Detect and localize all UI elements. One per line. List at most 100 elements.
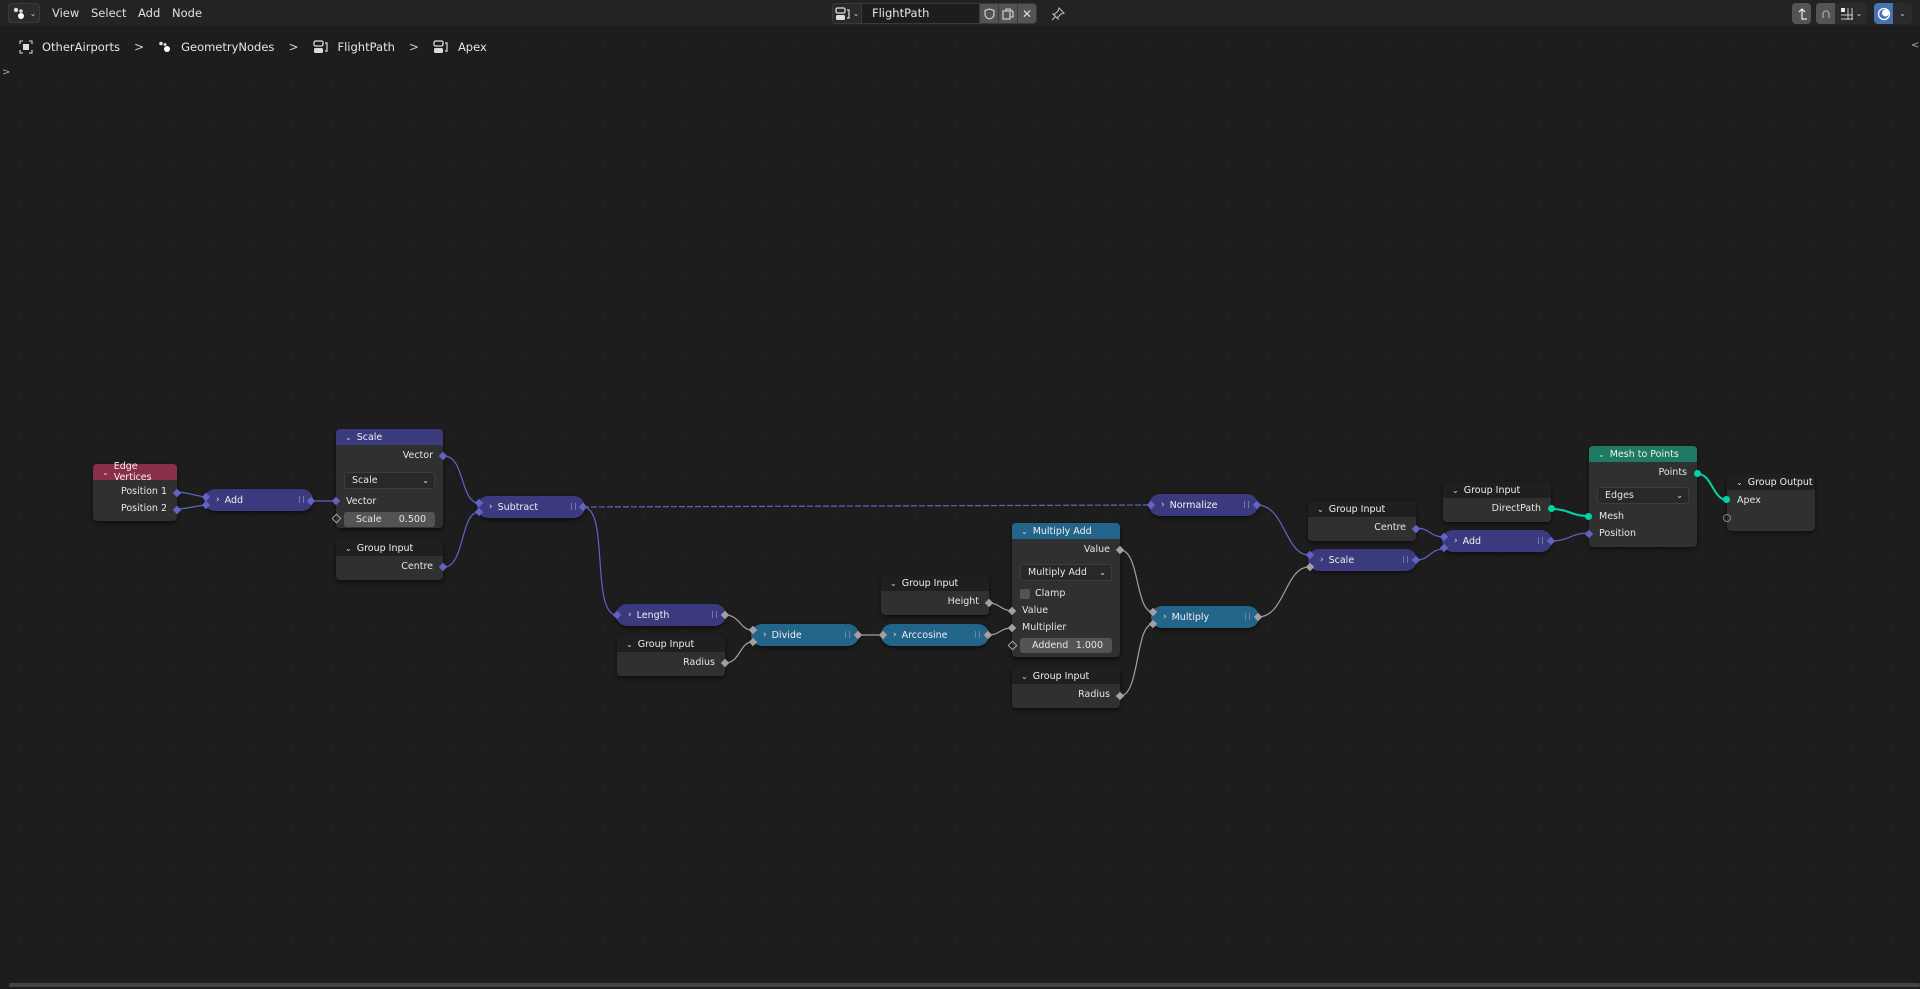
breadcrumb-separator: >: [134, 40, 145, 54]
node-group-input-centre[interactable]: ⌄ Group Input Centre: [336, 540, 448, 580]
node-tree-type-button[interactable]: ⌄: [832, 3, 862, 24]
node-arccosine[interactable]: › Arccosine: [878, 624, 993, 646]
parent-node-tree-button[interactable]: [1792, 3, 1811, 24]
socket-label: Position 1: [120, 486, 167, 497]
socket-label: Position: [1599, 528, 1636, 539]
close-icon: ✕: [1021, 6, 1033, 21]
breadcrumb-item-node-tree[interactable]: FlightPath: [312, 40, 395, 54]
chevron-down-icon: ⌄: [1021, 526, 1028, 536]
chevron-down-icon: ⌄: [1099, 568, 1106, 577]
node-divide[interactable]: › Divide: [748, 624, 863, 647]
socket-label: Position 2: [120, 503, 167, 514]
editor-type-button[interactable]: ⌄: [8, 3, 40, 23]
node-editor-header: ⌄ View Select Add Node ⌄ FlightPath ✕ ⌄ …: [0, 0, 1920, 26]
node-length[interactable]: › Length: [612, 604, 730, 626]
node-scale-1[interactable]: ⌄ Scale Vector Scale ⌄ Vector Scale 0.500: [331, 429, 448, 528]
grip-icon: [1538, 537, 1543, 544]
snap-icon: [1821, 9, 1830, 18]
fake-user-button[interactable]: [980, 3, 999, 24]
socket-label: Radius: [1078, 689, 1110, 700]
grip-icon: [1245, 613, 1250, 620]
duplicate-icon: [1002, 7, 1014, 20]
menu-add[interactable]: Add: [138, 0, 160, 26]
mode-dropdown[interactable]: Edges ⌄: [1597, 487, 1689, 504]
breadcrumb-item-object[interactable]: OtherAirports: [19, 40, 120, 54]
chevron-right-icon: ›: [763, 630, 767, 640]
chevron-right-icon: >: [2, 67, 11, 78]
grip-icon: [845, 631, 850, 638]
socket-label: Centre: [401, 561, 433, 572]
node-tree-name-field[interactable]: FlightPath: [862, 3, 980, 24]
node-subtract[interactable]: › Subtract: [474, 496, 588, 518]
chevron-down-icon: ⌄: [1598, 449, 1605, 459]
scale-field[interactable]: Scale 0.500: [344, 512, 435, 527]
node-scale-2[interactable]: › Scale: [1305, 549, 1421, 572]
node-group-output[interactable]: ⌄ Group Output Apex: [1723, 474, 1815, 531]
overlay-icon: [1877, 7, 1890, 20]
snap-toggle[interactable]: [1816, 3, 1835, 24]
node-group-input-centre[interactable]: ⌄ Group Input Centre: [1308, 501, 1421, 541]
socket-label: Multiplier: [1022, 622, 1067, 633]
breadcrumb-item-group[interactable]: Apex: [433, 40, 487, 54]
chevron-right-icon: ›: [893, 630, 897, 640]
node-group-input-radius[interactable]: ⌄ Group Input Radius: [617, 636, 730, 676]
socket-label: Apex: [1737, 495, 1761, 506]
socket-in[interactable]: [474, 498, 484, 508]
chevron-right-icon: ›: [628, 610, 632, 620]
node-normalize[interactable]: › Normalize: [1146, 494, 1262, 516]
breadcrumb-item-modifier[interactable]: GeometryNodes: [158, 40, 274, 54]
unlink-button[interactable]: ✕: [1018, 3, 1037, 24]
node-tree-icon: [312, 40, 328, 53]
node-group-input-radius[interactable]: ⌄ Group Input Radius: [1012, 668, 1125, 708]
chevron-down-icon: ⌄: [1021, 671, 1028, 681]
node-edge-vertices[interactable]: ⌄ Edge Vertices Position 1 Position 2: [93, 461, 182, 521]
chevron-down-icon: ⌄: [626, 639, 633, 649]
socket-points-out[interactable]: [1694, 470, 1701, 477]
overlay-toggle[interactable]: [1874, 3, 1893, 24]
pin-icon: [1051, 7, 1065, 21]
grip-icon: [712, 611, 717, 618]
socket-in[interactable]: [1439, 532, 1449, 542]
sidebar-toggle-icon[interactable]: <: [1911, 40, 1919, 51]
operation-dropdown[interactable]: Multiply Add ⌄: [1020, 564, 1112, 581]
socket-label: Mesh: [1599, 511, 1625, 522]
node-add-2[interactable]: › Add: [1439, 530, 1556, 553]
snap-element-dropdown[interactable]: ⌄: [1835, 3, 1867, 24]
socket-empty-in[interactable]: [1723, 514, 1731, 522]
node-mesh-to-points[interactable]: ⌄ Mesh to Points Points Edges ⌄ Mesh Posit…: [1584, 446, 1701, 547]
shield-icon: [983, 7, 995, 20]
addend-field[interactable]: Addend 1.000: [1020, 638, 1112, 653]
object-icon: [19, 40, 33, 54]
socket-mesh-in[interactable]: [1585, 513, 1592, 520]
socket-apex-in[interactable]: [1723, 496, 1730, 503]
breadcrumb-separator: >: [288, 40, 299, 54]
chevron-right-icon: ›: [1320, 555, 1324, 565]
socket-label: Value: [1022, 605, 1049, 616]
node-tree-icon: [433, 40, 448, 53]
socket-directpath-out[interactable]: [1548, 505, 1555, 512]
node-multiply-add[interactable]: ⌄ Multiply Add Value Multiply Add ⌄ Clamp …: [1007, 523, 1125, 657]
chevron-down-icon: ⌄: [1317, 504, 1324, 514]
grip-icon: [299, 496, 304, 503]
duplicate-button[interactable]: [999, 3, 1018, 24]
menu-view[interactable]: View: [52, 0, 79, 26]
node-group-input-directpath[interactable]: ⌄ Group Input DirectPath: [1443, 482, 1555, 522]
grip-icon: [1244, 501, 1249, 508]
chevron-down-icon: ⌄: [345, 543, 352, 553]
breadcrumb-separator: >: [408, 40, 419, 54]
chevron-right-icon: ›: [216, 495, 220, 505]
node-add-1[interactable]: › Add: [201, 489, 316, 511]
horizontal-scrollbar[interactable]: [9, 983, 1920, 987]
pin-button[interactable]: [1048, 4, 1068, 24]
node-multiply[interactable]: › Multiply: [1148, 606, 1263, 629]
operation-dropdown[interactable]: Scale ⌄: [344, 472, 435, 489]
chevron-down-icon: ⌄: [29, 8, 37, 18]
menu-node[interactable]: Node: [172, 0, 202, 26]
node-group-input-height[interactable]: ⌄ Group Input Height: [881, 575, 994, 615]
socket-label: Radius: [683, 657, 715, 668]
grip-icon: [1403, 556, 1408, 563]
overlay-dropdown[interactable]: ⌄: [1893, 3, 1912, 24]
chevron-right-icon: ›: [1161, 500, 1165, 510]
menu-select[interactable]: Select: [91, 0, 126, 26]
clamp-checkbox[interactable]: Clamp: [1012, 585, 1120, 602]
